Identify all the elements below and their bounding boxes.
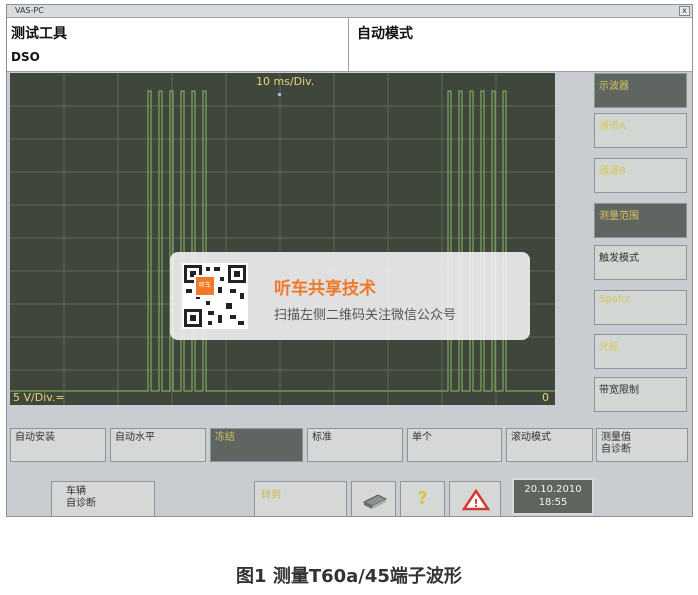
vehicle-diagnosis-button[interactable]: 车辆 自诊断	[51, 481, 155, 516]
header-tool-panel: 测试工具 DSO	[7, 18, 349, 72]
logo-badge: 听车	[194, 275, 216, 297]
close-icon[interactable]: x	[679, 6, 690, 16]
timebase-label: 10 ms/Div.	[256, 75, 315, 88]
auto-level-button[interactable]: 自动水平	[110, 428, 206, 462]
help-icon: ?	[417, 488, 428, 509]
oscilloscope-grid	[10, 73, 555, 405]
scope-button[interactable]: 示波器	[594, 73, 687, 108]
date-label: 20.10.2010	[524, 484, 582, 495]
voltage-label: 5 V/Div.=	[13, 391, 65, 404]
watermark-title: 听车共享技术	[274, 279, 376, 299]
window-title: VAS-PC	[15, 6, 44, 15]
roll-mode-button[interactable]: 滚动模式	[506, 428, 593, 462]
mode-title: 自动模式	[357, 26, 413, 42]
measure-range-button[interactable]: 测量范围	[594, 203, 687, 238]
time-label: 18:55	[538, 497, 568, 508]
watermark-card: 听车 听车共享技术 扫描左侧二维码关注微信公众号	[170, 252, 530, 340]
warning-symbol: !	[473, 497, 478, 510]
warning-icon: !	[461, 488, 491, 511]
figure-caption: 图1 测量T60a/45端子波形	[236, 566, 462, 587]
measure-diagnosis-button[interactable]: 测量值 自诊断	[596, 428, 688, 462]
oscilloscope-display[interactable]: 10 ms/Div. 5 V/Div.= 0	[10, 73, 555, 405]
channel-b-button[interactable]: 通道B	[594, 158, 687, 193]
help-button[interactable]: ?	[400, 481, 445, 516]
datetime-display: 20.10.2010 18:55	[512, 478, 594, 515]
auto-setup-button[interactable]: 自动安装	[10, 428, 106, 462]
printer-icon	[362, 494, 388, 509]
spaltz-button[interactable]: Spaltz	[594, 290, 687, 325]
warning-button[interactable]: !	[449, 481, 501, 516]
channel-a-button[interactable]: 通道A	[594, 113, 687, 148]
cursor-button[interactable]: 光标	[594, 334, 687, 369]
bandwidth-limit-button[interactable]: 带宽限制	[594, 377, 687, 412]
tool-title: 测试工具	[11, 26, 67, 42]
title-bar: VAS-PC x	[7, 5, 692, 18]
standard-button[interactable]: 标准	[307, 428, 403, 462]
print-button[interactable]	[351, 481, 396, 516]
zero-marker: 0	[542, 391, 549, 404]
tool-subtitle: DSO	[11, 50, 40, 64]
trigger-mode-button[interactable]: 触发模式	[594, 245, 687, 280]
watermark-subtitle: 扫描左侧二维码关注微信公众号	[274, 308, 457, 323]
waveform-trace	[10, 90, 555, 392]
goto-button[interactable]: 转到	[254, 481, 347, 516]
single-button[interactable]: 单个	[407, 428, 502, 462]
header-mode-panel: 自动模式	[349, 18, 692, 72]
freeze-button[interactable]: 冻结	[210, 428, 303, 462]
